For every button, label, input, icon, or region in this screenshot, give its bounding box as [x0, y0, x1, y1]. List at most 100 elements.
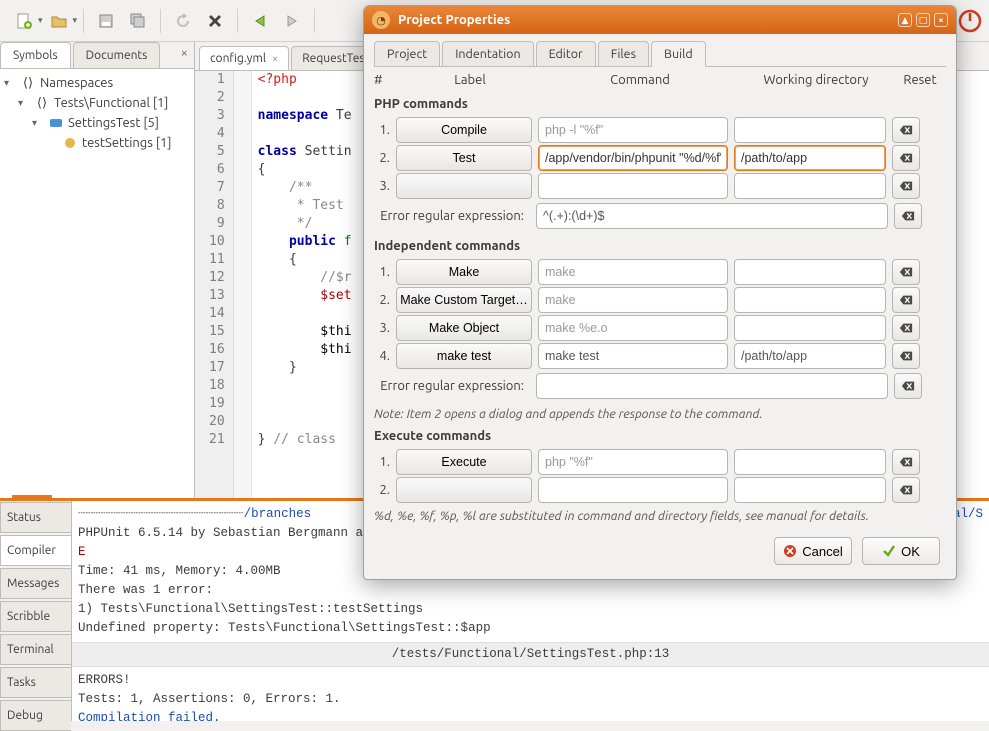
- err-regex-label: Error regular expression:: [374, 209, 530, 223]
- close-button[interactable]: [202, 8, 228, 34]
- php-command-input-0[interactable]: [538, 117, 728, 143]
- clear-button[interactable]: [892, 477, 920, 503]
- row-number: 1.: [374, 455, 390, 469]
- dropdown-indicator-icon[interactable]: ▾: [38, 15, 43, 26]
- php-command-input-2[interactable]: [538, 173, 728, 199]
- reload-button[interactable]: [170, 8, 196, 34]
- clear-button[interactable]: [892, 287, 920, 313]
- indep-label-button-3[interactable]: make test: [396, 343, 532, 369]
- exec-workdir-input-1[interactable]: [734, 477, 886, 503]
- out-path-line[interactable]: /tests/Functional/SettingsTest.php:13: [72, 642, 989, 667]
- note-text: Note: Item 2 opens a dialog and appends …: [374, 403, 946, 423]
- php-label-button-1[interactable]: Test: [396, 145, 532, 171]
- btab-scribble[interactable]: Scribble: [0, 601, 71, 632]
- clear-button[interactable]: [892, 315, 920, 341]
- save-button[interactable]: [93, 8, 119, 34]
- sidebar-tab-documents[interactable]: Documents: [73, 42, 161, 68]
- exec-label-button-0[interactable]: Execute: [396, 449, 532, 475]
- new-file-button[interactable]: [11, 8, 37, 34]
- indep-command-input-0[interactable]: [538, 259, 728, 285]
- indep-label-button-0[interactable]: Make: [396, 259, 532, 285]
- clear-button[interactable]: [894, 373, 922, 399]
- window-max-icon[interactable]: □: [916, 13, 930, 27]
- clear-button[interactable]: [892, 145, 920, 171]
- close-icon[interactable]: ×: [272, 53, 278, 65]
- indep-workdir-input-3[interactable]: [734, 343, 886, 369]
- indep-command-input-2[interactable]: [538, 315, 728, 341]
- out-line-right: al/S: [953, 505, 983, 524]
- indep-command-input-3[interactable]: [538, 343, 728, 369]
- btab-compiler[interactable]: Compiler: [0, 535, 71, 566]
- clear-button[interactable]: [892, 259, 920, 285]
- indep-workdir-input-2[interactable]: [734, 315, 886, 341]
- btab-terminal[interactable]: Terminal: [0, 634, 71, 665]
- php-commands-heading: PHP commands: [374, 91, 946, 115]
- nav-back-button[interactable]: [247, 8, 273, 34]
- php-label-button-0[interactable]: Compile: [396, 117, 532, 143]
- symbol-tree[interactable]: ▾⟨⟩Namespaces ▾⟨⟩Tests\Functional [1] ▾S…: [0, 69, 194, 498]
- active-panel-indicator: [12, 495, 52, 498]
- window-roll-icon[interactable]: ▲: [898, 13, 912, 27]
- dialog-titlebar[interactable]: ◔ Project Properties ▲ □ ×: [364, 6, 956, 34]
- out-line: Compilation failed.: [78, 709, 983, 721]
- sidebar-tab-symbols[interactable]: Symbols: [0, 42, 71, 68]
- php-label-button-2[interactable]: [396, 173, 532, 199]
- btab-messages[interactable]: Messages: [0, 568, 71, 599]
- exec-command-input-0[interactable]: [538, 449, 728, 475]
- ok-button[interactable]: OK: [862, 537, 940, 565]
- dropdown-indicator-icon[interactable]: ▾: [73, 15, 78, 26]
- clear-button[interactable]: [894, 203, 922, 229]
- indep-label-button-2[interactable]: Make Object: [396, 315, 532, 341]
- btab-status[interactable]: Status: [0, 502, 71, 533]
- dlg-tab-files[interactable]: Files: [598, 41, 649, 66]
- clear-button[interactable]: [892, 343, 920, 369]
- dialog-title: Project Properties: [398, 13, 510, 27]
- row-number: 2.: [374, 483, 390, 497]
- indep-commands-heading: Independent commands: [374, 233, 946, 257]
- out-line: /branches: [244, 507, 312, 521]
- namespace-icon: ⟨⟩: [20, 75, 36, 91]
- clear-button[interactable]: [892, 117, 920, 143]
- sidebar-close-icon[interactable]: ×: [175, 42, 194, 68]
- subst-note: %d, %e, %f, %p, %l are substituted in co…: [374, 505, 946, 525]
- php-workdir-input-0[interactable]: [734, 117, 886, 143]
- out-line: 1) Tests\Functional\SettingsTest::testSe…: [78, 600, 983, 619]
- open-file-button[interactable]: [46, 8, 72, 34]
- sidebar: Symbols Documents × ▾⟨⟩Namespaces ▾⟨⟩Tes…: [0, 42, 195, 498]
- power-button[interactable]: [957, 8, 983, 34]
- exec-label-button-1[interactable]: [396, 477, 532, 503]
- out-line: ERRORS!: [78, 671, 983, 690]
- indep-err-regex-input[interactable]: [536, 373, 888, 399]
- dlg-tab-build[interactable]: Build: [651, 41, 706, 67]
- out-line: There was 1 error:: [78, 581, 983, 600]
- window-close-icon[interactable]: ×: [934, 13, 948, 27]
- nav-forward-button[interactable]: [279, 8, 305, 34]
- save-all-button[interactable]: [125, 8, 151, 34]
- fold-gutter[interactable]: [234, 71, 252, 498]
- php-workdir-input-1[interactable]: [734, 145, 886, 171]
- row-number: 4.: [374, 349, 390, 363]
- php-workdir-input-2[interactable]: [734, 173, 886, 199]
- indep-label-button-1[interactable]: Make Custom Target…: [396, 287, 532, 313]
- clear-button[interactable]: [892, 173, 920, 199]
- row-number: 1.: [374, 265, 390, 279]
- dlg-tab-project[interactable]: Project: [374, 41, 440, 66]
- doc-tab-config[interactable]: config.yml×: [199, 46, 289, 70]
- exec-command-input-1[interactable]: [538, 477, 728, 503]
- indep-workdir-input-1[interactable]: [734, 287, 886, 313]
- btab-tasks[interactable]: Tasks: [0, 667, 71, 698]
- btab-debug[interactable]: Debug: [0, 700, 71, 731]
- php-err-regex-input[interactable]: [536, 203, 888, 229]
- tree-method: testSettings [1]: [82, 136, 171, 150]
- indep-workdir-input-0[interactable]: [734, 259, 886, 285]
- dlg-tab-indentation[interactable]: Indentation: [442, 41, 533, 66]
- dlg-tab-editor[interactable]: Editor: [536, 41, 596, 66]
- exec-workdir-input-0[interactable]: [734, 449, 886, 475]
- err-regex-label: Error regular expression:: [374, 379, 530, 393]
- cancel-button[interactable]: Cancel: [774, 537, 852, 565]
- clear-button[interactable]: [892, 449, 920, 475]
- row-number: 2.: [374, 151, 390, 165]
- app-icon: ◔: [372, 11, 390, 29]
- indep-command-input-1[interactable]: [538, 287, 728, 313]
- php-command-input-1[interactable]: [538, 145, 728, 171]
